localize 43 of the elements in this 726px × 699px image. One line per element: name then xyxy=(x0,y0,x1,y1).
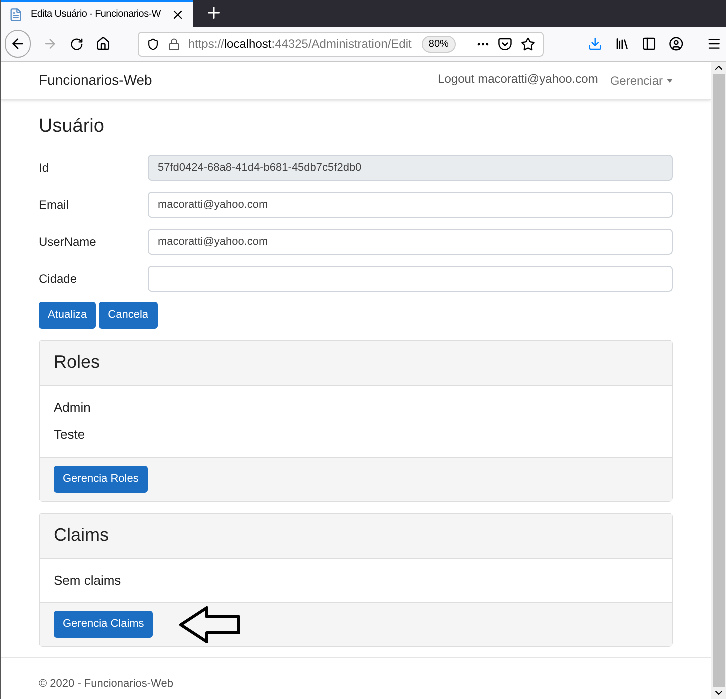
reload-icon[interactable] xyxy=(70,36,84,52)
field-label: Cidade xyxy=(39,271,78,288)
star-icon[interactable] xyxy=(520,36,536,52)
page-title: Usuário xyxy=(39,115,106,139)
caret-icon xyxy=(667,78,673,82)
form-button[interactable]: Atualiza xyxy=(39,302,96,328)
input-field[interactable]: macoratti@yahoo.com xyxy=(148,192,673,218)
card-item: Teste xyxy=(54,426,86,444)
card-item: Admin xyxy=(54,398,92,416)
input-field[interactable]: macoratti@yahoo.com xyxy=(148,229,673,255)
zoom-badge[interactable]: 80% xyxy=(422,36,456,52)
card-item: Sem claims xyxy=(54,572,122,590)
form-button[interactable]: Cancela xyxy=(99,302,158,328)
new-tab-icon[interactable] xyxy=(205,4,223,22)
home-icon[interactable] xyxy=(96,36,110,52)
back-arrow-icon xyxy=(10,36,26,52)
download-icon[interactable] xyxy=(588,36,604,52)
lock-icon xyxy=(168,38,180,50)
card-title: Roles xyxy=(54,351,100,374)
manage-menu[interactable]: Gerenciar xyxy=(610,72,673,90)
input-field[interactable] xyxy=(148,266,673,292)
pocket-icon[interactable] xyxy=(498,36,513,52)
card-button[interactable]: Gerencia Roles xyxy=(54,466,148,492)
shield-icon xyxy=(147,38,160,50)
back-button[interactable] xyxy=(5,30,31,58)
footer-text: © 2020 - Funcionarios-Web xyxy=(39,678,174,690)
browser-tab[interactable]: Edita Usuário - Funcionarios-W xyxy=(1,0,193,27)
field-label: Id xyxy=(39,160,50,177)
menu-icon[interactable] xyxy=(707,36,722,52)
address-bar[interactable]: https://localhost:44325/Administration/Edit 80% xyxy=(138,32,544,56)
field-label: UserName xyxy=(39,234,98,251)
field-label: Email xyxy=(39,197,70,214)
library-icon[interactable] xyxy=(615,36,630,52)
sidebar-icon[interactable] xyxy=(642,36,657,52)
url-text: https://localhost:44325/Administration/Edit xyxy=(188,36,413,53)
account-icon[interactable] xyxy=(668,36,684,52)
card-title: Claims xyxy=(54,524,110,547)
tab-title: Edita Usuário - Funcionarios-W xyxy=(31,8,162,22)
scrollbar[interactable] xyxy=(711,62,726,699)
page-icon xyxy=(9,8,23,22)
logout-link[interactable]: Logout macoratti@yahoo.com xyxy=(438,70,598,88)
brand-link[interactable]: Funcionarios-Web xyxy=(39,70,152,91)
card-button[interactable]: Gerencia Claims xyxy=(54,611,154,638)
